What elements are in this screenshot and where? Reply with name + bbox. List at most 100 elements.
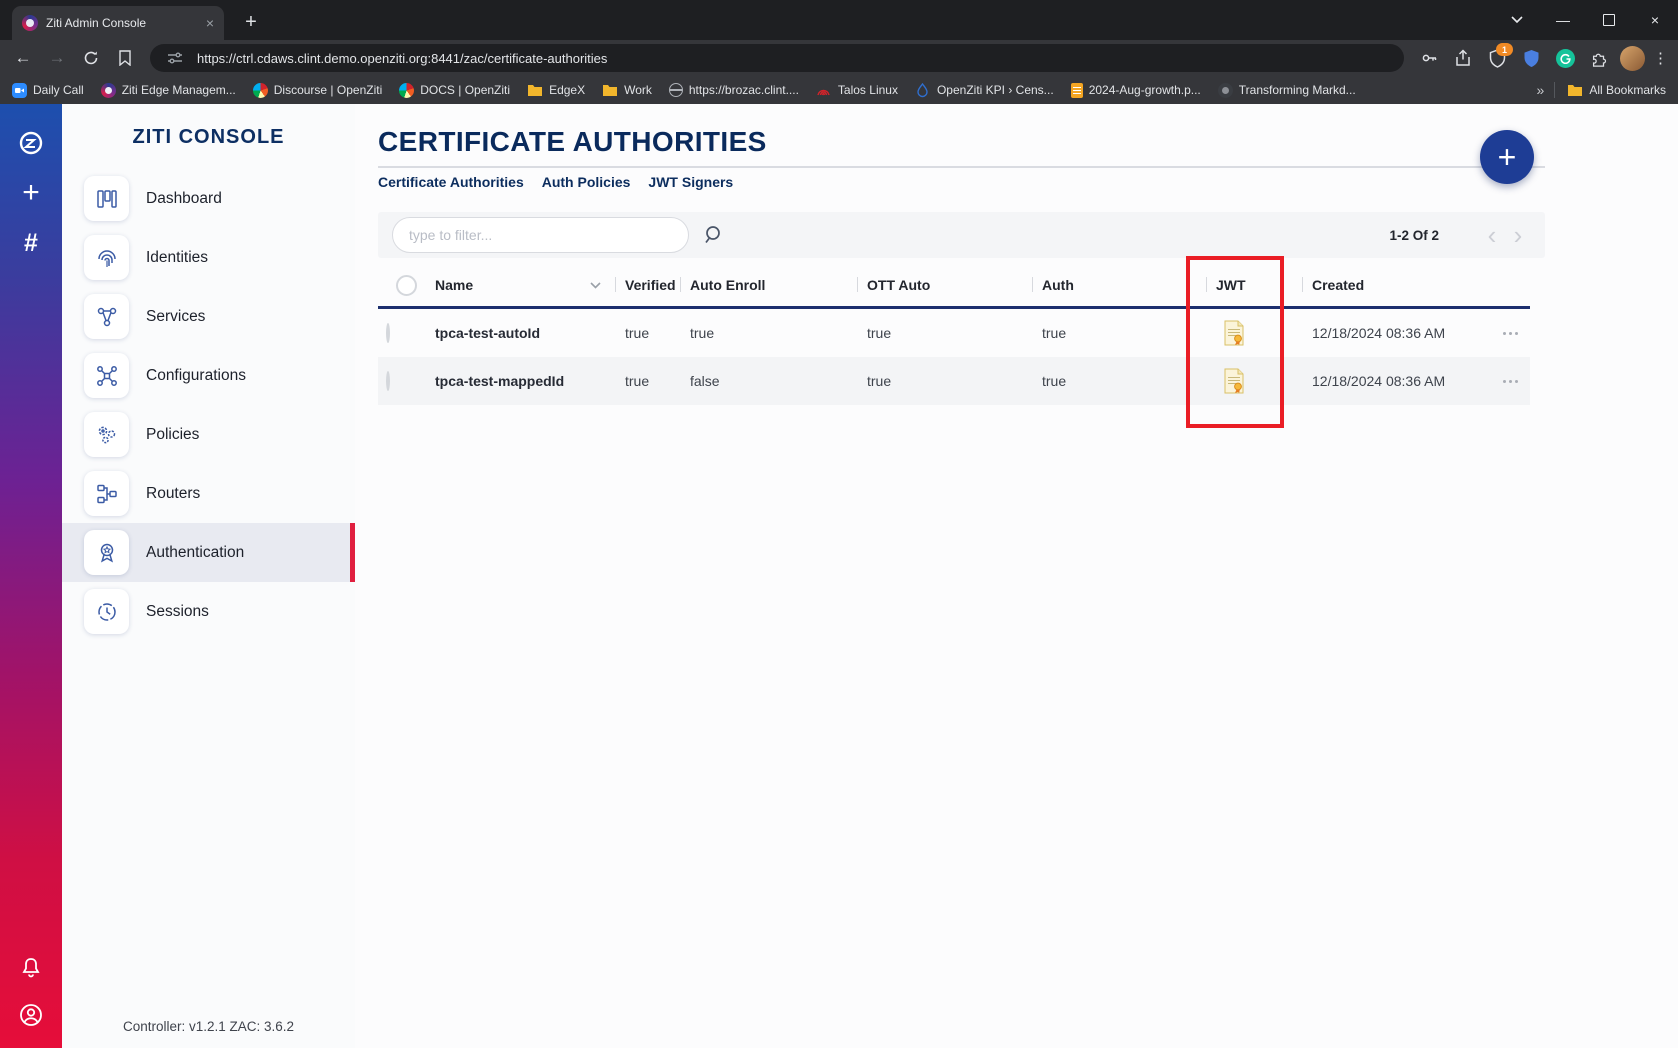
talos-favicon-icon [816,82,832,98]
select-all-checkbox[interactable] [396,275,417,296]
forward-button[interactable]: → [44,45,70,71]
tab-certificate-authorities[interactable]: Certificate Authorities [378,174,524,190]
ziti-favicon-icon [101,83,116,98]
previous-page-icon[interactable]: ‹ [1479,222,1505,248]
sidebar-item-dashboard[interactable]: Dashboard [62,169,355,228]
bookmark-item[interactable]: https://brozac.clint.... [669,83,799,97]
ziti-logo-icon[interactable] [14,126,48,160]
column-header-auto-enroll[interactable]: Auto Enroll [680,264,857,306]
docs-favicon-icon [399,83,414,98]
bookmark-item[interactable]: Work [602,82,652,98]
table-row[interactable]: tpca-test-autoId true true true true 12/… [378,309,1530,357]
browser-menu-icon[interactable]: ⋮ [1653,49,1668,67]
filter-toolbar: 1-2 Of 2 ‹ › [378,212,1545,258]
discourse-favicon-icon [253,83,268,98]
browser-tab[interactable]: Ziti Admin Console × [12,6,224,40]
all-bookmarks-button[interactable]: All Bookmarks [1567,82,1666,98]
bookmark-item[interactable]: Ziti Edge Managem... [101,83,236,98]
tab-search-icon[interactable] [1494,0,1540,40]
document-favicon-icon [1071,83,1083,98]
row-menu-icon[interactable] [1490,380,1530,383]
sidebar-item-authentication[interactable]: Authentication [62,523,355,582]
row-checkbox[interactable] [386,371,390,391]
main-content: CERTIFICATE AUTHORITIES + Certificate Au… [355,104,1678,1048]
jwt-certificate-icon[interactable] [1206,320,1302,346]
sidebar-item-configurations[interactable]: Configurations [62,346,355,405]
ca-created: 12/18/2024 08:36 AM [1302,373,1490,389]
filter-input[interactable] [392,217,689,253]
bookmark-item[interactable]: Transforming Markd... [1218,83,1356,98]
close-button[interactable]: × [1632,0,1678,40]
table-row[interactable]: tpca-test-mappedId true false true true … [378,357,1530,405]
sidebar-item-sessions[interactable]: Sessions [62,582,355,641]
column-header-jwt[interactable]: JWT [1206,264,1302,306]
sidebar-item-policies[interactable]: Policies [62,405,355,464]
tab-jwt-signers[interactable]: JWT Signers [648,174,733,190]
ziti-console-app: + # ZITI CONSOLE Dashboard [0,104,1678,1048]
certificate-authorities-table: Name Verified Auto Enroll OTT Auto Auth … [378,264,1530,405]
grammarly-extension-icon[interactable] [1552,46,1578,70]
privacy-shield-icon[interactable]: 1 [1484,46,1510,70]
sidebar-item-routers[interactable]: Routers [62,464,355,523]
back-button[interactable]: ← [10,45,36,71]
bookmark-item[interactable]: OpenZiti KPI › Cens... [915,82,1054,98]
sidebar-item-services[interactable]: Services [62,287,355,346]
maximize-button[interactable] [1586,0,1632,40]
bookmark-panel-icon[interactable] [112,45,138,71]
bookmark-item[interactable]: 2024-Aug-growth.p... [1071,83,1201,98]
share-icon[interactable] [1450,46,1476,70]
sidebar-item-identities[interactable]: Identities [62,228,355,287]
site-settings-icon[interactable] [162,46,188,70]
notifications-bell-icon[interactable] [14,950,48,984]
page-title: CERTIFICATE AUTHORITIES [378,126,767,158]
profile-avatar[interactable] [1620,46,1645,71]
account-icon[interactable] [14,998,48,1032]
dashboard-icon [84,176,129,221]
bookmark-item[interactable]: Daily Call [12,83,84,98]
password-key-icon[interactable] [1416,46,1442,70]
folder-icon [1567,82,1583,98]
bookmark-item[interactable]: Talos Linux [816,82,898,98]
column-header-created[interactable]: Created [1302,264,1490,306]
sessions-clock-icon [84,589,129,634]
address-bar[interactable]: https://ctrl.cdaws.clint.demo.openziti.o… [150,44,1404,72]
blue-shield-extension-icon[interactable] [1518,46,1544,70]
row-checkbox[interactable] [386,323,390,343]
column-header-verified[interactable]: Verified [615,264,680,306]
bookmark-item[interactable]: DOCS | OpenZiti [399,83,510,98]
pagination-label: 1-2 Of 2 [1389,228,1439,243]
reload-button[interactable] [78,45,104,71]
sort-chevron-icon[interactable] [590,282,601,289]
table-header-row: Name Verified Auto Enroll OTT Auto Auth … [378,264,1530,309]
minimize-button[interactable]: — [1540,0,1586,40]
bookmark-item[interactable]: EdgeX [527,82,585,98]
search-icon[interactable] [703,224,725,246]
add-certificate-authority-button[interactable]: + [1480,130,1534,184]
bookmark-item[interactable]: Discourse | OpenZiti [253,83,383,98]
policies-gears-icon [84,412,129,457]
sidebar-nav: Dashboard Identities Services Configurat… [62,169,355,641]
tab-close-icon[interactable]: × [206,16,214,30]
bookmarks-overflow-icon[interactable]: » [1537,82,1543,98]
ca-name[interactable]: tpca-test-mappedId [425,373,615,389]
rail-hash-icon[interactable]: # [14,226,48,260]
tab-strip: Ziti Admin Console × + — × [0,0,1678,40]
rail-add-icon[interactable]: + [14,176,48,210]
new-tab-button[interactable]: + [238,9,264,35]
column-header-auth[interactable]: Auth [1032,264,1206,306]
ca-name[interactable]: tpca-test-autoId [425,325,615,341]
tab-auth-policies[interactable]: Auth Policies [542,174,631,190]
jwt-certificate-icon[interactable] [1206,368,1302,394]
shield-badge: 1 [1496,43,1513,56]
extensions-puzzle-icon[interactable] [1586,46,1612,70]
ca-auto-enroll: false [680,373,857,389]
ca-auto-enroll: true [680,325,857,341]
browser-toolbar: ← → https://ctrl.cdaws.clint.demo.openzi… [0,40,1678,76]
section-tabs: Certificate Authorities Auth Policies JW… [378,174,733,190]
ca-auth: true [1032,373,1206,389]
column-header-ott-auto[interactable]: OTT Auto [857,264,1032,306]
divider [1554,82,1555,98]
row-menu-icon[interactable] [1490,332,1530,335]
column-header-name[interactable]: Name [425,264,615,306]
next-page-icon[interactable]: › [1505,222,1531,248]
